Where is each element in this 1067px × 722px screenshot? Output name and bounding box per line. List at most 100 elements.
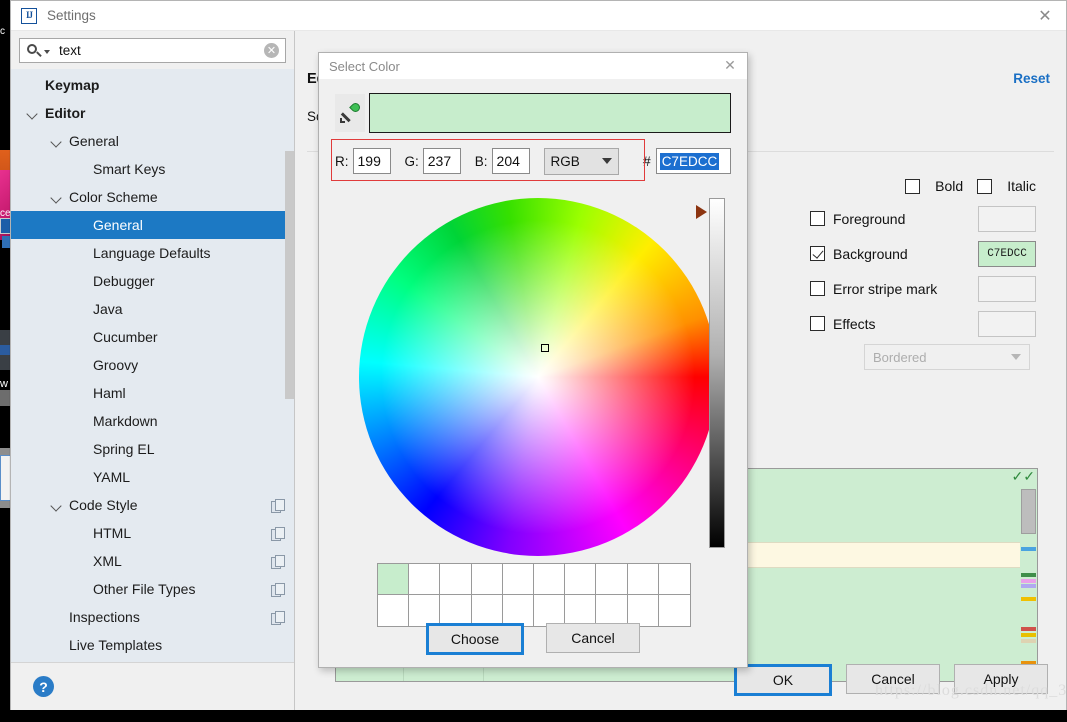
copy-settings-icon[interactable] [271,582,285,597]
foreground-checkbox[interactable] [810,211,825,226]
error-stripe-mark-checkbox[interactable] [810,281,825,296]
palette-cell[interactable] [471,564,503,595]
chevron-down-icon[interactable] [49,498,63,512]
effects-checkbox[interactable] [810,316,825,331]
sidebar-item-html[interactable]: HTML [11,519,294,547]
close-icon[interactable]: ✕ [1032,5,1058,27]
background-checkbox[interactable] [810,246,825,261]
ok-button[interactable]: OK [734,664,832,696]
dialog-cancel-button[interactable]: Cancel [546,623,640,653]
sidebar-item-spring-el[interactable]: Spring EL [11,435,294,463]
search-input[interactable] [57,42,264,59]
sidebar-item-color-scheme[interactable]: Color Scheme [11,183,294,211]
palette-cell[interactable] [565,595,597,626]
palette-cell[interactable] [596,564,628,595]
stripe-mark[interactable] [1021,597,1036,601]
sidebar-item-xml[interactable]: XML [11,547,294,575]
help-icon[interactable]: ? [33,676,54,697]
bold-checkbox[interactable] [905,178,921,194]
sidebar-item-editor[interactable]: Editor [11,99,294,127]
sidebar-item-smart-keys[interactable]: Smart Keys [11,155,294,183]
palette-cell[interactable] [596,595,628,626]
palette-cell[interactable] [409,595,441,626]
palette-cell[interactable] [658,595,690,626]
sidebar-item-keymap[interactable]: Keymap [11,71,294,99]
stripe-mark[interactable] [1021,627,1036,631]
italic-checkbox[interactable] [977,178,993,194]
stripe-mark[interactable] [1021,547,1036,551]
sidebar-item-code-style[interactable]: Code Style [11,491,294,519]
sidebar-item-java[interactable]: Java [11,295,294,323]
color-wheel-marker[interactable] [541,344,549,352]
color-model-select[interactable]: RGB [543,147,619,175]
palette-cell[interactable] [378,564,410,595]
palette-cell[interactable] [378,595,410,626]
copy-settings-icon[interactable] [271,498,285,513]
palette-cell[interactable] [627,564,659,595]
chevron-down-icon[interactable] [44,50,50,54]
recent-colors-palette[interactable] [377,563,691,627]
copy-settings-icon[interactable] [271,610,285,625]
palette-cell[interactable] [658,564,690,595]
chevron-down-icon[interactable] [25,106,39,120]
color-wheel[interactable] [359,198,717,556]
clear-search-icon[interactable]: ✕ [264,43,279,58]
sidebar-item-haml[interactable]: Haml [11,379,294,407]
green-input[interactable] [422,148,461,174]
stripe-mark[interactable] [1021,573,1036,577]
palette-cell[interactable] [502,595,534,626]
error-stripe[interactable]: ✓✓ [1012,469,1037,681]
sidebar-item-other-file-types[interactable]: Other File Types [11,575,294,603]
bold-option[interactable]: Bold [905,178,963,194]
error-stripe-mark-color-swatch[interactable] [978,275,1036,302]
eyedropper-button[interactable] [335,94,365,132]
sidebar-item-groovy[interactable]: Groovy [11,351,294,379]
palette-cell[interactable] [534,595,566,626]
background-color-swatch[interactable]: C7EDCC [978,240,1036,267]
blue-input[interactable] [491,148,530,174]
hex-input[interactable]: C7EDCC [655,148,731,174]
brightness-slider-knob[interactable] [696,205,707,219]
tree-scrollbar[interactable] [285,69,294,662]
palette-cell[interactable] [502,564,534,595]
palette-cell[interactable] [565,564,597,595]
reset-link[interactable]: Reset [1013,71,1050,86]
palette-cell[interactable] [534,564,566,595]
palette-cell[interactable] [440,595,472,626]
stripe-mark[interactable] [1021,639,1036,643]
sidebar-item-cucumber[interactable]: Cucumber [11,323,294,351]
stripe-mark[interactable] [1021,633,1036,637]
foreground-color-swatch[interactable] [978,205,1036,232]
sidebar-item-general[interactable]: General [11,127,294,155]
sidebar-item-yaml[interactable]: YAML [11,463,294,491]
choose-button[interactable]: Choose [426,623,524,655]
preview-scrollbar-thumb[interactable] [1021,489,1036,534]
stripe-mark[interactable] [1021,584,1036,588]
red-input[interactable] [352,148,391,174]
tree-scrollbar-thumb[interactable] [285,151,294,399]
dialog-close-icon[interactable]: ✕ [719,55,741,75]
palette-cell[interactable] [471,595,503,626]
palette-cell[interactable] [627,595,659,626]
brightness-slider[interactable] [709,198,725,548]
search-box[interactable]: ✕ [19,38,286,63]
italic-option[interactable]: Italic [977,178,1036,194]
sidebar-item-markdown[interactable]: Markdown [11,407,294,435]
sidebar-item-label: Haml [93,385,126,401]
option-row-foreground: Foreground [810,201,1036,236]
sidebar-item-general[interactable]: General [11,211,294,239]
palette-cell[interactable] [440,564,472,595]
sidebar-item-debugger[interactable]: Debugger [11,267,294,295]
stripe-mark[interactable] [1021,579,1036,583]
copy-settings-icon[interactable] [271,526,285,541]
sidebar-item-inspections[interactable]: Inspections [11,603,294,631]
palette-cell[interactable] [409,564,441,595]
sidebar-item-language-defaults[interactable]: Language Defaults [11,239,294,267]
copy-settings-icon[interactable] [271,554,285,569]
effects-type-select[interactable]: Bordered [864,344,1030,370]
chevron-down-icon[interactable] [49,134,63,148]
chevron-down-icon[interactable] [49,190,63,204]
effects-color-swatch[interactable] [978,310,1036,337]
sidebar-item-live-templates[interactable]: Live Templates [11,631,294,659]
